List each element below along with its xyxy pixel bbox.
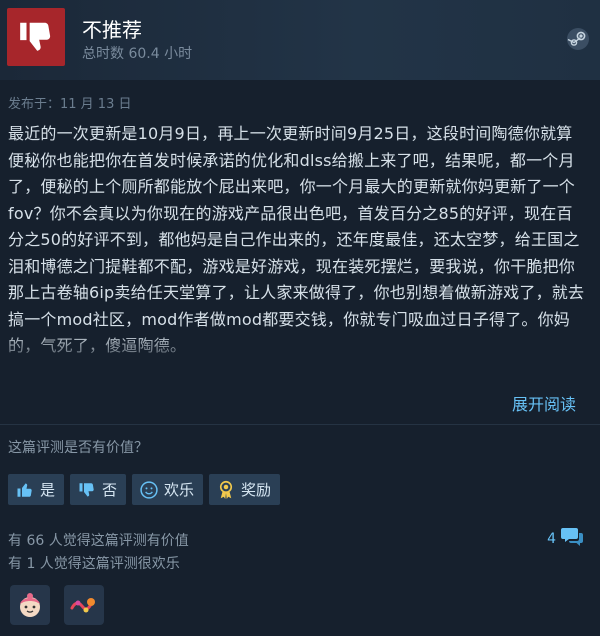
- vote-funny-label: 欢乐: [164, 481, 195, 499]
- review-card: 不推荐 总时数 60.4 小时 发布于：11 月 13 日 最近的一次更新是10…: [0, 0, 600, 636]
- thumbs-down-icon: [77, 480, 97, 500]
- text-fade-overlay: [0, 330, 600, 375]
- rating-buttons: 是 否 欢乐 奖励: [8, 474, 281, 505]
- award-label: 奖励: [241, 481, 272, 499]
- posted-date: 发布于：11 月 13 日: [8, 97, 132, 112]
- award-badge-icon[interactable]: [64, 585, 104, 625]
- vote-no-button[interactable]: 否: [70, 474, 127, 505]
- steam-logo-icon: [566, 27, 590, 51]
- award-button[interactable]: 奖励: [209, 474, 281, 505]
- read-more-link[interactable]: 展开阅读: [512, 391, 576, 415]
- vote-yes-label: 是: [40, 481, 56, 499]
- award-badge-icon[interactable]: [10, 585, 50, 625]
- divider: [0, 424, 600, 425]
- vote-funny-button[interactable]: 欢乐: [132, 474, 204, 505]
- funny-count: 有 1 人觉得这篇评测很欢乐: [8, 556, 180, 572]
- comments-count: 4: [547, 531, 556, 547]
- comments-link[interactable]: 4: [547, 526, 584, 552]
- vote-no-label: 否: [102, 481, 118, 499]
- helpful-count: 有 66 人觉得这篇评测有价值: [8, 533, 189, 549]
- recommendation-verdict: 不推荐: [82, 18, 142, 42]
- playtime-hours: 总时数 60.4 小时: [82, 46, 193, 62]
- award-ribbon-icon: [216, 480, 236, 500]
- thumbs-up-icon: [15, 480, 35, 500]
- speech-bubble-icon: [560, 526, 584, 552]
- thumbs-down-icon: [7, 8, 65, 66]
- smiley-icon: [139, 480, 159, 500]
- review-header: 不推荐 总时数 60.4 小时: [0, 0, 600, 80]
- helpful-question: 这篇评测是否有价值？: [8, 440, 148, 456]
- vote-yes-button[interactable]: 是: [8, 474, 65, 505]
